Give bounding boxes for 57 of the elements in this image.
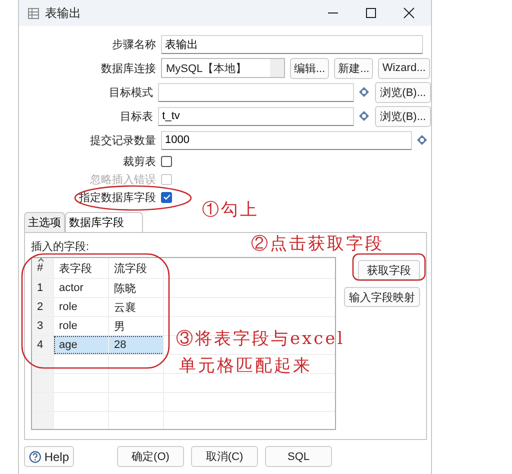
table-icon [28, 8, 39, 18]
variable-icon [417, 135, 427, 145]
schema-field[interactable] [158, 82, 354, 102]
column-header: 流字段 [114, 262, 147, 276]
field-label: 步骤名称 [111, 38, 157, 52]
connection-button[interactable]: 新建... [334, 58, 374, 78]
row-number: 3 [37, 320, 44, 332]
table-cell-text: 男 [114, 320, 125, 334]
variable-icon [359, 111, 370, 121]
browse-button[interactable]: 浏览(B)... [375, 106, 431, 126]
tab[interactable]: 数据库字段 [65, 212, 143, 232]
annotation-text: ①勾上 [202, 199, 259, 221]
dialog-button[interactable]: 取消(C) [191, 446, 258, 467]
checkbox-label: 裁剪表 [122, 154, 157, 168]
table-cell-text: 陈晓 [114, 282, 136, 296]
column-header: 表字段 [59, 262, 92, 276]
table-cell: actor [59, 282, 84, 294]
close-icon[interactable] [403, 7, 415, 19]
sort-icon [38, 258, 44, 262]
table-cell: age [59, 339, 78, 351]
step-name-field[interactable]: 表输出 [161, 34, 423, 54]
connection-dropdown[interactable]: MySQL【本地】 [161, 58, 285, 78]
table-field[interactable]: t_tv [158, 106, 354, 126]
connection-button[interactable]: 编辑... [290, 58, 330, 78]
commit-size-field[interactable]: 1000 [161, 130, 412, 150]
field-label: 数据库连接 [100, 62, 157, 76]
checkbox[interactable] [161, 192, 172, 202]
maximize-icon[interactable] [365, 7, 377, 19]
dialog-button[interactable]: SQL [265, 446, 332, 467]
dialog-button[interactable]: 确定(O) [117, 446, 184, 467]
connection-button[interactable]: Wizard... [378, 58, 430, 78]
row-number: 2 [37, 301, 44, 313]
annotation-text: ②点击获取字段 [251, 233, 384, 255]
help-button[interactable]: Help [24, 446, 74, 467]
checkbox-label: 指定数据库字段 [78, 190, 157, 204]
row-number: 4 [37, 339, 44, 351]
field-label: 目标模式 [108, 86, 154, 100]
column-header: # [37, 262, 44, 274]
field-label: 目标表 [119, 110, 154, 124]
help-icon [29, 450, 42, 464]
annotation-text: ③将表字段与excel [176, 328, 345, 350]
row-number: 1 [37, 282, 44, 294]
field-mapping-button[interactable]: 输入字段映射 [344, 287, 420, 307]
annotation-text: 单元格匹配起来 [179, 355, 312, 377]
tab[interactable]: 主选项 [24, 212, 65, 232]
table-cell: role [59, 320, 78, 332]
checkbox-label: 忽略插入错误 [89, 172, 157, 186]
checkbox[interactable] [161, 156, 172, 166]
browse-button[interactable]: 浏览(B)... [375, 82, 431, 102]
table-cell-text: 云襄 [114, 300, 136, 314]
window-title: 表输出 [45, 4, 81, 22]
section-label: 插入的字段: [31, 240, 90, 253]
variable-icon [359, 87, 370, 97]
table-cell: role [59, 301, 78, 313]
table-cell: 28 [114, 339, 126, 351]
get-fields-button[interactable]: 获取字段 [358, 260, 420, 281]
field-label: 提交记录数量 [89, 134, 157, 148]
